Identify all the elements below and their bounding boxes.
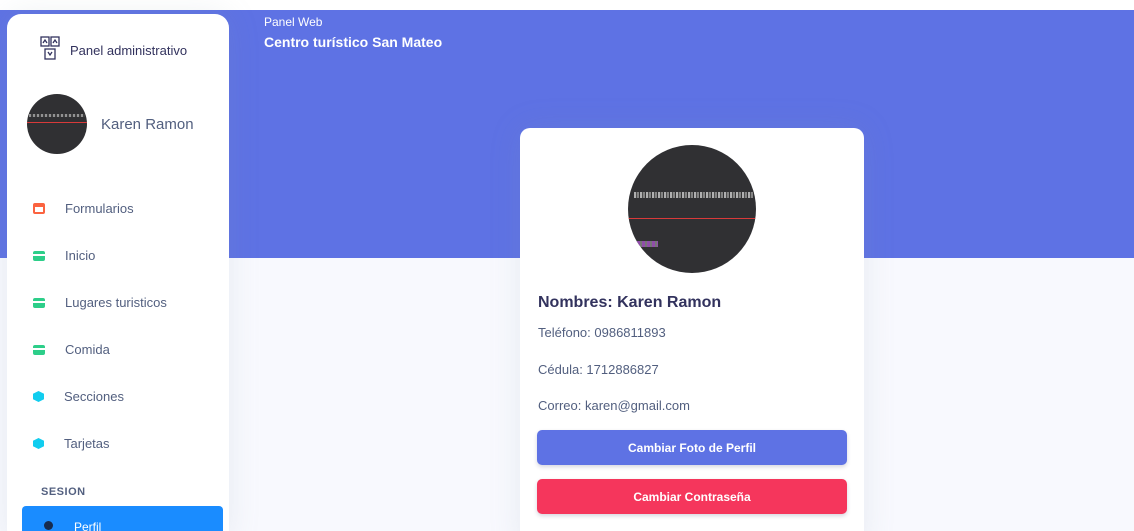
dashboard-icon bbox=[40, 36, 60, 65]
person-icon bbox=[44, 521, 53, 530]
sidebar-item-label: Secciones bbox=[64, 389, 124, 404]
sidebar-item-label: Tarjetas bbox=[64, 436, 110, 451]
sidebar-item-label: Lugares turisticos bbox=[65, 295, 167, 310]
brand-text: Panel administrativo bbox=[70, 43, 188, 58]
brand-link[interactable]: Panel administrativo bbox=[40, 36, 187, 65]
sidebar-item-secciones[interactable]: Secciones bbox=[15, 373, 215, 420]
change-photo-button[interactable]: Cambiar Foto de Perfil bbox=[537, 430, 847, 465]
calendar-icon bbox=[33, 203, 45, 214]
user-name: Karen Ramon bbox=[101, 115, 194, 133]
cube-icon bbox=[33, 438, 44, 449]
sidebar-item-perfil[interactable]: Perfil bbox=[22, 506, 223, 531]
card-icon bbox=[33, 344, 45, 355]
sidebar-nav: Formularios Inicio Lugares turisticos Co… bbox=[15, 185, 215, 467]
change-password-button[interactable]: Cambiar Contraseña bbox=[537, 479, 847, 514]
sidebar-item-label: Perfil bbox=[74, 520, 102, 531]
profile-name: Nombres: Karen Ramon bbox=[538, 294, 722, 311]
profile-phone: Teléfono: 0986811893 bbox=[538, 325, 666, 340]
page-title[interactable]: Centro turístico San Mateo bbox=[264, 34, 442, 50]
card-icon bbox=[33, 250, 45, 261]
sidebar-item-label: Inicio bbox=[65, 248, 96, 263]
sidebar-item-tarjetas[interactable]: Tarjetas bbox=[15, 420, 215, 467]
profile-avatar bbox=[628, 145, 756, 273]
profile-email: Correo: karen@gmail.com bbox=[538, 398, 690, 413]
sidebar-item-label: Comida bbox=[65, 342, 110, 357]
profile-card: Nombres: Karen Ramon Teléfono: 098681189… bbox=[520, 128, 864, 531]
cube-icon bbox=[33, 391, 44, 402]
card-icon bbox=[33, 297, 45, 308]
sidebar-item-comida[interactable]: Comida bbox=[15, 326, 215, 373]
top-strip bbox=[0, 0, 1134, 10]
user-block[interactable]: Karen Ramon bbox=[27, 94, 194, 154]
sidebar-item-formularios[interactable]: Formularios bbox=[15, 185, 215, 232]
avatar bbox=[27, 94, 87, 154]
sidebar-item-inicio[interactable]: Inicio bbox=[15, 232, 215, 279]
section-heading: SESION bbox=[41, 486, 86, 498]
sidebar-item-lugares[interactable]: Lugares turisticos bbox=[15, 279, 215, 326]
sidebar-item-label: Formularios bbox=[65, 201, 134, 216]
profile-id-number: Cédula: 1712886827 bbox=[538, 362, 659, 377]
breadcrumb: Panel Web bbox=[264, 15, 323, 29]
